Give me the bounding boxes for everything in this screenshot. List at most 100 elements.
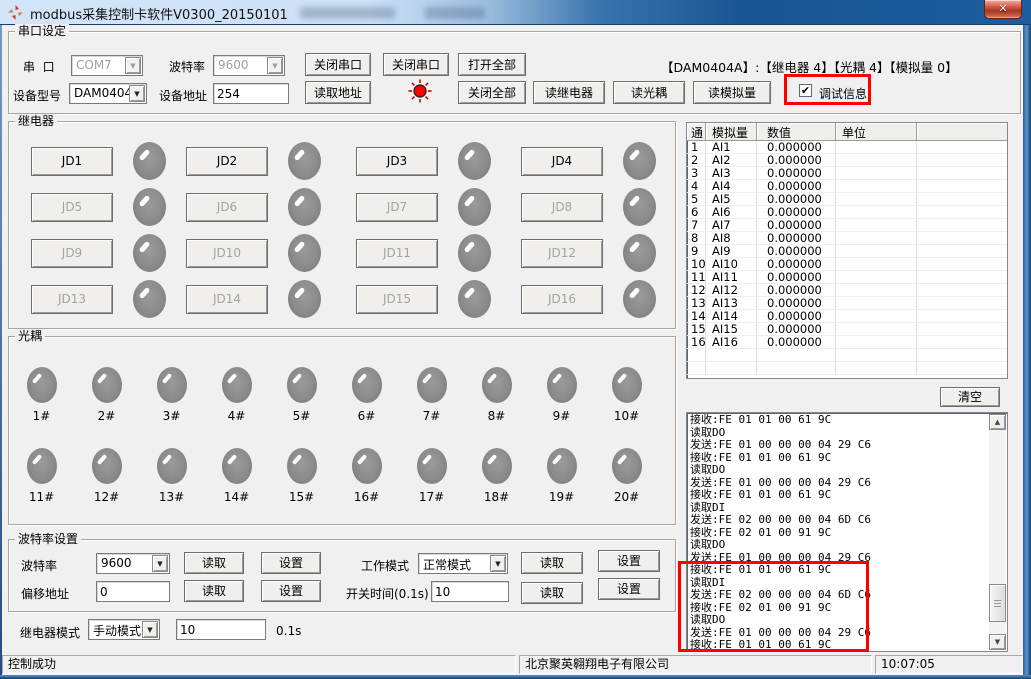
- relay-button[interactable]: JD2: [186, 147, 268, 176]
- baud-rate-select[interactable]: 9600 ▼: [96, 553, 170, 574]
- relay-button[interactable]: JD5: [31, 193, 113, 222]
- switch-time-input[interactable]: [431, 581, 509, 602]
- relay-button[interactable]: JD4: [521, 147, 603, 176]
- relay-group: 继电器 JD1 JD2 JD3 JD4: [8, 121, 676, 329]
- table-row[interactable]: 3 AI3 0.000000: [687, 167, 1007, 180]
- window-border-left: [0, 25, 2, 679]
- relay-indicator-icon: [458, 234, 491, 272]
- clear-log-button[interactable]: 清空: [940, 387, 1000, 407]
- window-border-right[interactable]: [1023, 25, 1031, 679]
- titlebar-glass-artifact: [425, 7, 485, 19]
- table-row[interactable]: 11 AI11 0.000000: [687, 271, 1007, 284]
- serial-group-label: 串口设定: [15, 24, 69, 38]
- scrollbar-thumb[interactable]: [989, 584, 1006, 622]
- relay-mode-select[interactable]: 手动模式 ▼: [88, 619, 160, 640]
- read-opto-button[interactable]: 读光耦: [613, 81, 685, 104]
- col-header-channel[interactable]: 通: [687, 123, 706, 141]
- relay-button[interactable]: JD14: [186, 285, 268, 314]
- switch-time-read-button[interactable]: 读取: [521, 582, 583, 604]
- offset-addr-input[interactable]: [96, 581, 170, 602]
- device-model-select[interactable]: DAM0404A ▼: [69, 83, 147, 104]
- work-mode-set-button[interactable]: 设置: [598, 550, 660, 572]
- offset-addr-label: 偏移地址: [21, 585, 69, 602]
- table-row[interactable]: 4 AI4 0.000000: [687, 180, 1007, 193]
- table-row[interactable]: 5 AI5 0.000000: [687, 193, 1007, 206]
- log-scrollbar[interactable]: ▲ ▼: [989, 414, 1006, 650]
- opto-cell: 15#: [269, 448, 334, 502]
- opto-channel-label: 7#: [423, 409, 441, 423]
- scroll-up-icon[interactable]: ▲: [989, 414, 1006, 430]
- cell-channel: 5: [687, 193, 706, 205]
- relay-button[interactable]: JD6: [186, 193, 268, 222]
- opto-channel-label: 12#: [94, 490, 119, 504]
- col-header-filler: [917, 123, 1007, 141]
- relay-indicator-icon: [133, 234, 166, 272]
- relay-button[interactable]: JD7: [356, 193, 438, 222]
- table-row[interactable]: 16 AI16 0.000000: [687, 336, 1007, 349]
- read-addr-button[interactable]: 读取地址: [305, 81, 371, 104]
- table-row[interactable]: 12 AI12 0.000000: [687, 284, 1007, 297]
- opto-cell: 4#: [204, 367, 269, 421]
- read-relay-button[interactable]: 读继电器: [533, 81, 605, 104]
- work-mode-read-button[interactable]: 读取: [521, 552, 583, 574]
- col-header-value[interactable]: 数值: [757, 123, 836, 141]
- baud-group-label: 波特率设置: [15, 532, 81, 546]
- table-row[interactable]: 14 AI14 0.000000: [687, 310, 1007, 323]
- table-row[interactable]: 7 AI7 0.000000: [687, 219, 1007, 232]
- relay-mode-time-input[interactable]: [176, 619, 266, 640]
- log-line: 发送:FE 02 00 00 00 04 6D C6: [690, 514, 988, 527]
- table-row[interactable]: 13 AI13 0.000000: [687, 297, 1007, 310]
- cell-channel: 1: [687, 141, 706, 153]
- relay-button[interactable]: JD1: [31, 147, 113, 176]
- relay-button[interactable]: JD12: [521, 239, 603, 268]
- offset-read-button[interactable]: 读取: [184, 580, 244, 602]
- opto-indicator-icon: [27, 448, 57, 484]
- scroll-down-icon[interactable]: ▼: [989, 634, 1006, 650]
- opto-channel-label: 13#: [159, 490, 184, 504]
- cell-channel: 2: [687, 154, 706, 166]
- close-port-button-1[interactable]: 关闭串口: [305, 53, 371, 76]
- opto-group: 光耦 1# 2# 3# 4#: [8, 336, 676, 525]
- analog-table: 通 模拟量 数值 单位 1 AI1 0.000000 2 AI2 0.00: [686, 122, 1008, 379]
- relay-button[interactable]: JD3: [356, 147, 438, 176]
- relay-button[interactable]: JD11: [356, 239, 438, 268]
- cell-analog-name: AI13: [706, 297, 757, 309]
- opto-channel-label: 4#: [228, 409, 246, 423]
- titlebar[interactable]: modbus采集控制卡软件V0300_20150101 ✕: [0, 0, 1031, 25]
- table-row[interactable]: 8 AI8 0.000000: [687, 232, 1007, 245]
- open-all-button[interactable]: 打开全部: [458, 53, 526, 76]
- close-button[interactable]: ✕: [984, 0, 1022, 19]
- col-header-unit[interactable]: 单位: [836, 123, 917, 141]
- relay-button[interactable]: JD15: [356, 285, 438, 314]
- relay-button[interactable]: JD16: [521, 285, 603, 314]
- baud-read-button[interactable]: 读取: [184, 552, 244, 574]
- table-row[interactable]: 10 AI10 0.000000: [687, 258, 1007, 271]
- close-all-button[interactable]: 关闭全部: [458, 81, 526, 104]
- table-row[interactable]: 6 AI6 0.000000: [687, 206, 1007, 219]
- device-addr-input[interactable]: [213, 83, 289, 104]
- relay-button[interactable]: JD13: [31, 285, 113, 314]
- read-analog-button[interactable]: 读模拟量: [693, 81, 771, 104]
- opto-cell: 13#: [139, 448, 204, 502]
- table-row[interactable]: 1 AI1 0.000000: [687, 141, 1007, 154]
- relay-button[interactable]: JD9: [31, 239, 113, 268]
- baud-set-button[interactable]: 设置: [261, 552, 321, 574]
- table-row[interactable]: 9 AI9 0.000000: [687, 245, 1007, 258]
- close-port-button-2[interactable]: 关闭串口: [383, 53, 449, 76]
- table-row[interactable]: 15 AI15 0.000000: [687, 323, 1007, 336]
- table-row[interactable]: 2 AI2 0.000000: [687, 154, 1007, 167]
- cell-analog-name: AI2: [706, 154, 757, 166]
- switch-time-set-button[interactable]: 设置: [598, 578, 660, 600]
- cell-filler: [917, 258, 1007, 270]
- cell-value: 0.000000: [757, 167, 836, 179]
- baud-label: 波特率: [169, 58, 205, 75]
- opto-indicator-icon: [482, 367, 512, 403]
- opto-channel-label: 6#: [358, 409, 376, 423]
- relay-button[interactable]: JD8: [521, 193, 603, 222]
- cell-filler: [917, 271, 1007, 283]
- opto-channel-label: 15#: [289, 490, 314, 504]
- work-mode-select[interactable]: 正常模式 ▼: [418, 553, 508, 574]
- col-header-analog[interactable]: 模拟量: [706, 123, 757, 141]
- relay-button[interactable]: JD10: [186, 239, 268, 268]
- offset-set-button[interactable]: 设置: [261, 580, 321, 602]
